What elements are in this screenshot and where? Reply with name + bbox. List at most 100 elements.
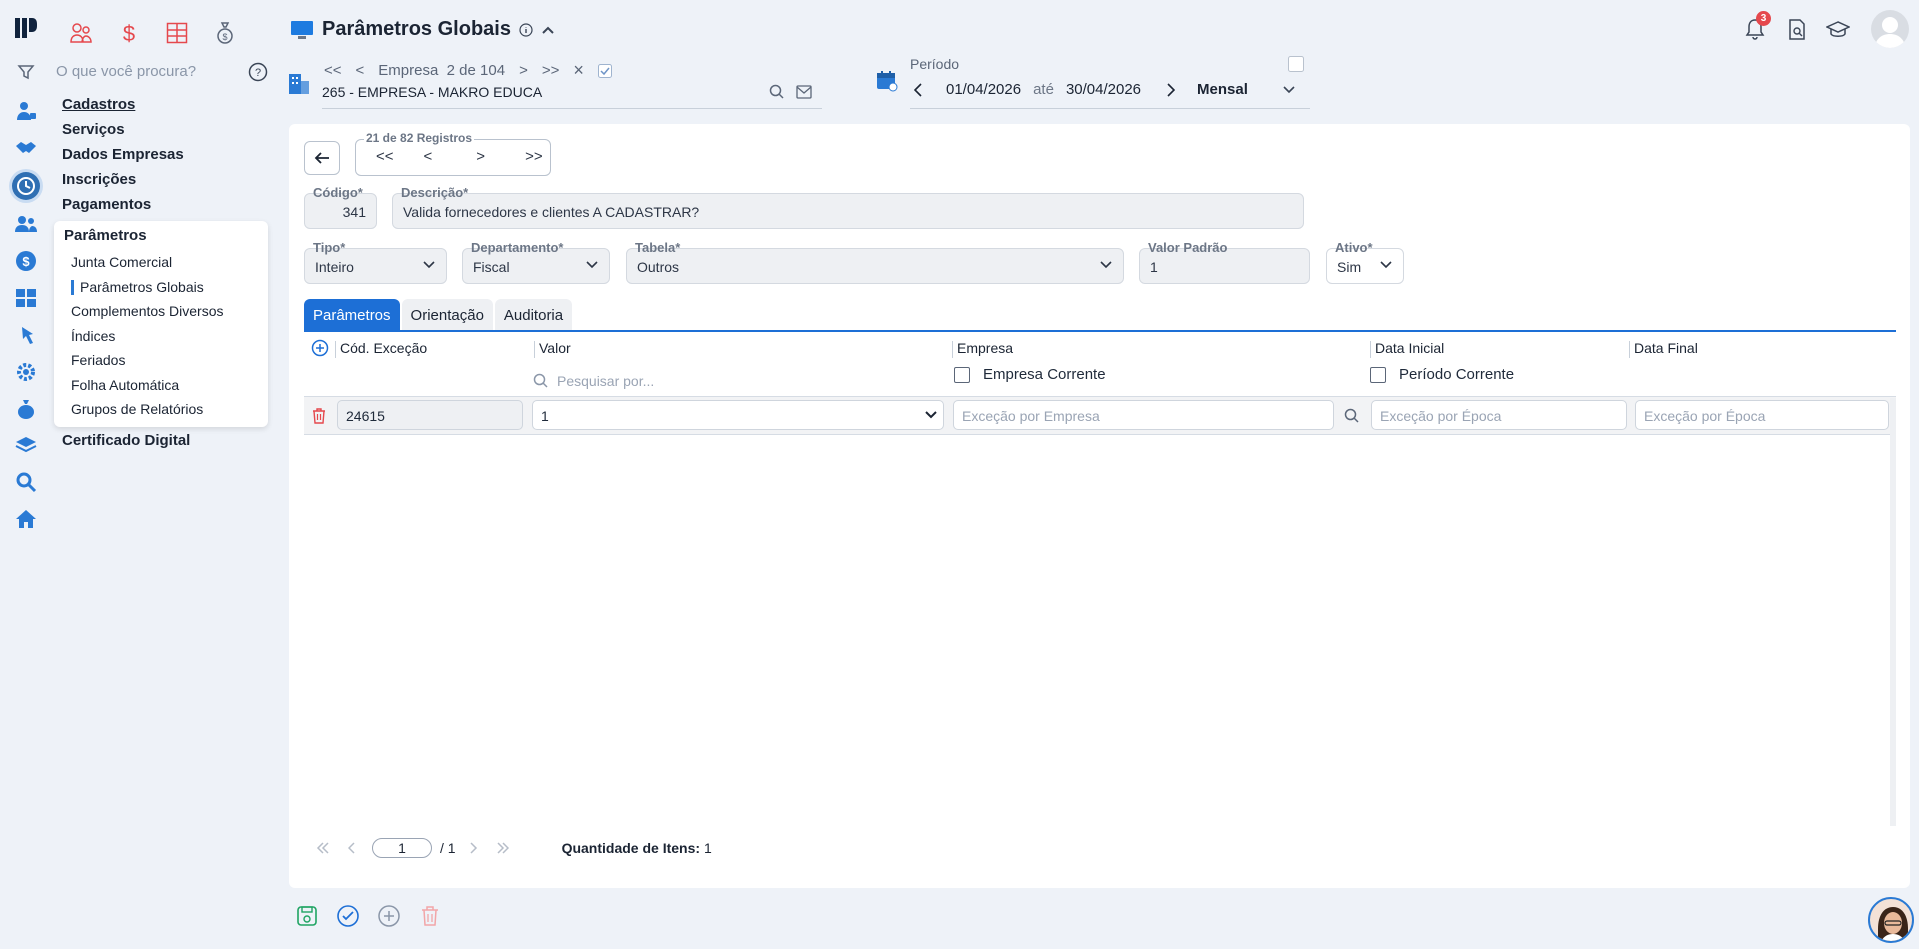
submenu-item-parametros-globais[interactable]: Parâmetros Globais: [80, 279, 204, 295]
pager-first-button[interactable]: [316, 842, 330, 854]
empresa-next-button[interactable]: >: [519, 62, 528, 79]
layers-icon[interactable]: [12, 431, 40, 459]
people-module-icon[interactable]: [64, 16, 98, 50]
filter-icon[interactable]: [12, 58, 40, 86]
valor-search-input[interactable]: Pesquisar por...: [557, 373, 654, 389]
menu-item-pagamentos[interactable]: Pagamentos: [62, 196, 151, 213]
periodo-next-button[interactable]: [1167, 82, 1176, 97]
tab-orientacao[interactable]: Orientação: [401, 299, 493, 331]
graduation-cap-icon[interactable]: [1826, 20, 1850, 40]
notifications-button[interactable]: 3: [1744, 11, 1771, 41]
search-icon[interactable]: [12, 468, 40, 496]
col-header-cod-excecao[interactable]: Cód. Exceção: [340, 340, 427, 356]
back-button[interactable]: [304, 141, 340, 175]
valor-select[interactable]: 1: [532, 400, 944, 430]
document-search-icon[interactable]: [1787, 19, 1807, 41]
periodo-corrente-checkbox[interactable]: [1370, 367, 1386, 383]
money-bag-module-icon[interactable]: $: [208, 16, 242, 50]
col-header-empresa[interactable]: Empresa: [957, 340, 1013, 356]
empresa-prev-button[interactable]: <: [356, 62, 365, 79]
handshake-icon[interactable]: [12, 134, 40, 162]
tipo-select[interactable]: Tipo* Inteiro: [304, 240, 447, 284]
periodo-mode-select[interactable]: Mensal: [1197, 81, 1248, 98]
col-header-data-inicial[interactable]: Data Inicial: [1375, 340, 1444, 356]
empresa-search-icon[interactable]: [769, 84, 785, 100]
empresa-last-button[interactable]: >>: [542, 62, 560, 79]
registro-last-button[interactable]: >>: [525, 148, 543, 165]
user-register-icon[interactable]: [12, 97, 40, 125]
registro-first-button[interactable]: <<: [376, 148, 394, 165]
valor-padrao-field[interactable]: Valor Padrão 1: [1139, 240, 1310, 284]
data-final-input[interactable]: Exceção por Época: [1635, 400, 1889, 430]
empresa-checkbox[interactable]: [597, 63, 612, 78]
collapse-chevron-icon[interactable]: [541, 25, 555, 35]
cod-excecao-cell[interactable]: 24615: [337, 400, 523, 430]
descricao-field[interactable]: Descrição* Valida fornecedores e cliente…: [392, 185, 1304, 229]
delete-row-button[interactable]: [312, 407, 326, 424]
submenu-item-feriados[interactable]: Feriados: [71, 352, 125, 368]
settings-icon[interactable]: [12, 358, 40, 386]
save-button[interactable]: [295, 904, 319, 928]
submenu-item-complementos-diversos[interactable]: Complementos Diversos: [71, 303, 224, 319]
menu-item-inscricoes[interactable]: Inscrições: [62, 171, 136, 188]
submenu-item-indices[interactable]: Índices: [71, 328, 115, 344]
home-icon[interactable]: [12, 505, 40, 533]
empresa-clear-button[interactable]: ×: [573, 60, 584, 81]
periodo-end-date[interactable]: 30/04/2026: [1066, 81, 1141, 98]
footer-actions: [295, 904, 442, 928]
menu-item-certificado-digital[interactable]: Certificado Digital: [62, 432, 190, 449]
col-header-data-final[interactable]: Data Final: [1634, 340, 1698, 356]
empresa-excecao-input[interactable]: Exceção por Empresa: [953, 400, 1334, 430]
spreadsheet-module-icon[interactable]: [160, 16, 194, 50]
mail-icon[interactable]: [796, 85, 812, 99]
pager-next-button[interactable]: [470, 842, 478, 854]
grid-scrollbar[interactable]: [1890, 398, 1896, 826]
empresa-corrente-checkbox[interactable]: [954, 367, 970, 383]
data-inicial-input[interactable]: Exceção por Época: [1371, 400, 1627, 430]
submenu-item-junta-comercial[interactable]: Junta Comercial: [71, 254, 172, 270]
avatar[interactable]: [1871, 10, 1909, 48]
clock-icon[interactable]: [12, 172, 40, 200]
periodo-prev-button[interactable]: [914, 82, 922, 97]
menu-item-servicos[interactable]: Serviços: [62, 121, 125, 138]
assistant-avatar[interactable]: [1868, 897, 1914, 943]
empresa-excecao-search-icon[interactable]: [1344, 408, 1360, 424]
registro-prev-button[interactable]: <: [424, 148, 433, 165]
menu-item-dados-empresas[interactable]: Dados Empresas: [62, 146, 184, 163]
departamento-select[interactable]: Departamento* Fiscal: [462, 240, 610, 284]
info-icon[interactable]: [519, 22, 533, 37]
add-button[interactable]: [377, 904, 401, 928]
submenu-item-folha-automatica[interactable]: Folha Automática: [71, 377, 179, 393]
calculator-icon[interactable]: [12, 284, 40, 312]
pager-last-button[interactable]: [496, 842, 510, 854]
pager-page-input[interactable]: 1: [372, 838, 432, 858]
pager-prev-button[interactable]: [348, 842, 356, 854]
submenu-item-grupos-de-relatorios[interactable]: Grupos de Relatórios: [71, 401, 203, 417]
periodo-start-date[interactable]: 01/04/2026: [946, 81, 1021, 98]
empresa-value[interactable]: 265 - EMPRESA - MAKRO EDUCA: [322, 84, 542, 100]
periodo-checkbox[interactable]: [1288, 56, 1304, 72]
tab-auditoria[interactable]: Auditoria: [494, 299, 573, 331]
submenu-title[interactable]: Parâmetros: [64, 227, 147, 244]
periodo-mode-chevron-icon[interactable]: [1282, 85, 1296, 95]
money-bag-icon[interactable]: [12, 395, 40, 423]
tabela-select[interactable]: Tabela* Outros: [626, 240, 1124, 284]
ativo-select[interactable]: Ativo* Sim: [1326, 240, 1404, 284]
users-icon[interactable]: [12, 210, 40, 238]
add-row-button[interactable]: [311, 339, 329, 357]
menu-search-input[interactable]: O que você procura?: [56, 63, 196, 80]
confirm-button[interactable]: [336, 904, 360, 928]
delete-button[interactable]: [418, 904, 442, 928]
col-header-valor[interactable]: Valor: [539, 340, 571, 356]
menu-item-cadastros[interactable]: Cadastros: [62, 96, 135, 113]
dollar-module-icon[interactable]: $: [112, 16, 146, 50]
empresa-first-button[interactable]: <<: [324, 62, 342, 79]
help-icon[interactable]: ?: [248, 62, 268, 82]
codigo-field[interactable]: Código* 341: [304, 185, 377, 229]
menu-search[interactable]: O que você procura? ?: [52, 58, 272, 86]
pointer-icon[interactable]: [12, 322, 40, 350]
app-logo[interactable]: [12, 14, 40, 42]
tab-parametros[interactable]: Parâmetros: [304, 299, 400, 331]
money-icon[interactable]: $: [12, 247, 40, 275]
registro-next-button[interactable]: >: [476, 148, 485, 165]
